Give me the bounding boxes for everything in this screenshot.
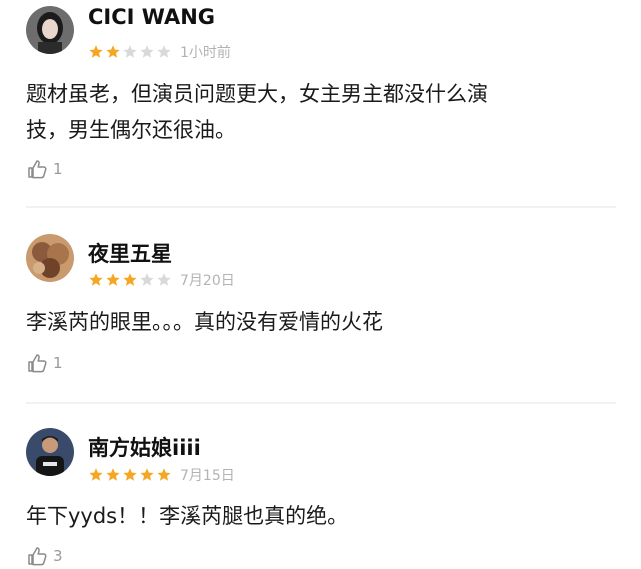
star-rating [88,467,172,483]
username[interactable]: CICI WANG [88,5,215,29]
star-filled-icon [123,468,137,481]
review-content-line: 技，男生偶尔还很油。 [26,118,236,142]
thumbs-up-icon [28,160,47,179]
review-time: 1小时前 [180,45,231,61]
like-count: 1 [53,354,63,372]
review-meta: 1小时前 [88,43,231,61]
star-filled-icon [89,468,103,481]
star-empty-icon [157,273,171,286]
like-button[interactable]: 3 [26,543,63,569]
star-filled-icon [157,468,171,481]
divider [26,206,616,208]
star-filled-icon [89,45,103,58]
like-button[interactable]: 1 [26,156,63,182]
review-time: 7月20日 [180,273,235,289]
user-avatar-icon [26,6,74,54]
star-rating [88,272,172,288]
star-filled-icon [106,273,120,286]
star-empty-icon [123,45,137,58]
review-content: 李溪芮的眼里。。。真的没有爱情的火花 [26,304,606,340]
username[interactable]: 南方姑娘iiii [88,432,201,462]
review-meta: 7月15日 [88,466,235,484]
review-content-line: 年下yyds！！李溪芮腿也真的绝。 [26,504,349,528]
user-avatar[interactable] [26,234,74,282]
review-content-line: 题材虽老，但演员问题更大，女主男主都没什么演 [26,82,488,106]
review-content-line: 李溪芮的眼里。。。真的没有爱情的火花 [26,310,383,334]
user-avatar[interactable] [26,6,74,54]
like-button[interactable]: 1 [26,350,63,376]
star-filled-icon [123,273,137,286]
star-filled-icon [140,468,154,481]
star-empty-icon [157,45,171,58]
user-avatar-icon [26,428,74,476]
star-filled-icon [106,468,120,481]
star-empty-icon [140,45,154,58]
review-content: 年下yyds！！李溪芮腿也真的绝。 [26,498,606,534]
star-filled-icon [89,273,103,286]
star-filled-icon [106,45,120,58]
review-meta: 7月20日 [88,271,235,289]
star-empty-icon [140,273,154,286]
review-content: 题材虽老，但演员问题更大，女主男主都没什么演 技，男生偶尔还很油。 [26,76,606,148]
thumbs-up-icon [28,354,47,373]
username[interactable]: 夜里五星 [88,238,172,268]
divider [26,402,616,404]
user-avatar[interactable] [26,428,74,476]
like-count: 1 [53,160,63,178]
like-count: 3 [53,547,63,565]
thumbs-up-icon [28,547,47,566]
star-rating [88,44,172,60]
user-avatar-icon [26,234,74,282]
review-time: 7月15日 [180,468,235,484]
